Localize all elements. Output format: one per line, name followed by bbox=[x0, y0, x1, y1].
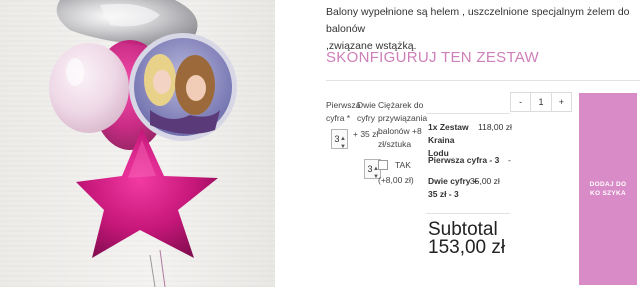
divider bbox=[426, 213, 510, 214]
two-digits-label: Dwie cyfry bbox=[357, 100, 376, 123]
quantity-stepper: - 1 + bbox=[510, 92, 572, 112]
subtotal-value: 153,00 zł bbox=[428, 237, 506, 258]
description-line: Balony wypełnione są helem , uszczelnion… bbox=[326, 6, 630, 35]
two-digits-value: 3 bbox=[367, 164, 373, 174]
summary-item-value: 35,00 zł bbox=[470, 176, 500, 186]
product-photo bbox=[0, 0, 275, 287]
quantity-minus-button[interactable]: - bbox=[511, 93, 530, 111]
summary-item-value: - bbox=[508, 155, 511, 165]
quantity-input[interactable]: 1 bbox=[530, 93, 552, 111]
weight-checkbox[interactable] bbox=[378, 160, 388, 170]
product-description: Balony wypełnione są helem , uszczelnion… bbox=[326, 4, 638, 55]
weight-option-price: (+8,00 zł) bbox=[378, 175, 414, 185]
first-digit-value: 3 bbox=[334, 134, 340, 144]
two-digits-price: + 35 zł bbox=[353, 129, 379, 139]
add-to-cart-label: DODAJ DO KO SZYKA bbox=[589, 181, 627, 197]
summary-item-value: 118,00 zł bbox=[478, 122, 512, 132]
weight-option-label: TAK bbox=[395, 160, 411, 170]
summary-item-label: Pierwsza cyfra - 3 bbox=[428, 155, 500, 165]
chevron-down-icon: ▲ ▼ bbox=[340, 136, 346, 150]
quantity-plus-button[interactable]: + bbox=[552, 93, 571, 111]
divider bbox=[326, 80, 640, 81]
configure-heading: SKONFIGURUJ TEN ZESTAW bbox=[326, 49, 539, 66]
balloons-illustration bbox=[49, 0, 237, 287]
weight-label: Ciężarek do przywiązania balonów +8 zł/s… bbox=[378, 100, 428, 149]
divider bbox=[426, 113, 510, 114]
add-to-cart-button[interactable]: DODAJ DO KO SZYKA bbox=[579, 93, 637, 285]
first-digit-select[interactable]: 3 ▲ ▼ bbox=[331, 129, 348, 150]
